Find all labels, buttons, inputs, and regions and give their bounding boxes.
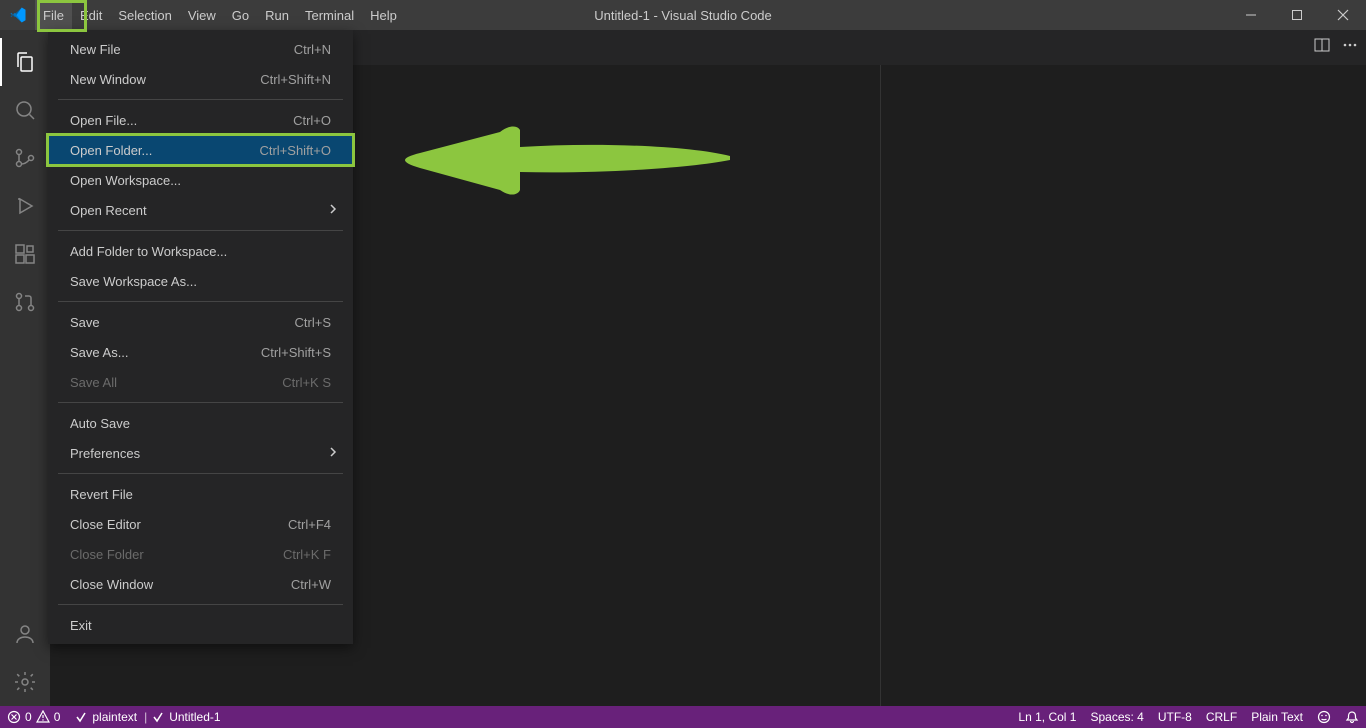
menu-item-label: Save All: [70, 375, 117, 390]
menu-item-new-file[interactable]: New File Ctrl+N: [48, 34, 353, 64]
menu-item-label: Close Window: [70, 577, 153, 592]
status-language[interactable]: Plain Text: [1244, 706, 1310, 728]
menu-item-new-window[interactable]: New Window Ctrl+Shift+N: [48, 64, 353, 94]
activity-settings-gear-icon[interactable]: [0, 658, 50, 706]
menu-item-shortcut: Ctrl+Shift+S: [261, 345, 331, 360]
status-problems[interactable]: 0 0: [0, 706, 67, 728]
status-indentation[interactable]: Spaces: 4: [1083, 706, 1150, 728]
menu-item-label: Auto Save: [70, 416, 130, 431]
file-menu-dropdown: New File Ctrl+N New Window Ctrl+Shift+N Open…: [48, 30, 353, 644]
menu-item-preferences[interactable]: Preferences: [48, 438, 353, 468]
menu-item-auto-save[interactable]: Auto Save: [48, 408, 353, 438]
menu-item-shortcut: Ctrl+Shift+N: [260, 72, 331, 87]
menu-item-shortcut: Ctrl+K S: [282, 375, 331, 390]
menubar: File Edit Selection View Go Run Terminal…: [35, 0, 405, 30]
activity-git-pr-icon[interactable]: [0, 278, 50, 326]
status-feedback-icon[interactable]: [1310, 706, 1338, 728]
minimize-button[interactable]: [1228, 0, 1274, 30]
status-eol[interactable]: CRLF: [1199, 706, 1244, 728]
menu-edit[interactable]: Edit: [72, 0, 110, 30]
menu-item-close-window[interactable]: Close Window Ctrl+W: [48, 569, 353, 599]
menu-item-label: Close Editor: [70, 517, 141, 532]
menu-view[interactable]: View: [180, 0, 224, 30]
menu-item-close-folder: Close Folder Ctrl+K F: [48, 539, 353, 569]
menu-run[interactable]: Run: [257, 0, 297, 30]
menu-item-label: Save: [70, 315, 100, 330]
window-controls: [1228, 0, 1366, 30]
titlebar: File Edit Selection View Go Run Terminal…: [0, 0, 1366, 30]
menu-item-label: Add Folder to Workspace...: [70, 244, 227, 259]
split-editor-icon[interactable]: [1314, 37, 1330, 58]
vscode-app-icon: [0, 0, 35, 30]
menu-item-shortcut: Ctrl+Shift+O: [259, 143, 331, 158]
menu-item-label: New File: [70, 42, 121, 57]
activity-search-icon[interactable]: [0, 86, 50, 134]
menu-item-add-folder-to-workspace[interactable]: Add Folder to Workspace...: [48, 236, 353, 266]
menu-selection[interactable]: Selection: [110, 0, 179, 30]
menu-item-save-workspace-as[interactable]: Save Workspace As...: [48, 266, 353, 296]
menu-item-label: Open Workspace...: [70, 173, 181, 188]
menu-item-shortcut: Ctrl+O: [293, 113, 331, 128]
menu-terminal[interactable]: Terminal: [297, 0, 362, 30]
status-filename[interactable]: | Untitled-1: [144, 706, 227, 728]
menu-go[interactable]: Go: [224, 0, 257, 30]
activity-source-control-icon[interactable]: [0, 134, 50, 182]
menu-item-label: Save As...: [70, 345, 129, 360]
menu-item-save[interactable]: Save Ctrl+S: [48, 307, 353, 337]
more-actions-icon[interactable]: [1342, 37, 1358, 58]
menu-item-close-editor[interactable]: Close Editor Ctrl+F4: [48, 509, 353, 539]
menu-help[interactable]: Help: [362, 0, 405, 30]
menu-item-open-file[interactable]: Open File... Ctrl+O: [48, 105, 353, 135]
status-filename-label: Untitled-1: [169, 710, 220, 724]
menu-item-label: Close Folder: [70, 547, 144, 562]
menu-item-label: Exit: [70, 618, 92, 633]
status-errors-count: 0: [25, 710, 32, 724]
statusbar: 0 0 plaintext | Untitled-1 Ln 1, Col 1 S…: [0, 706, 1366, 728]
menu-separator: [58, 301, 343, 302]
menu-item-open-recent[interactable]: Open Recent: [48, 195, 353, 225]
minimap[interactable]: [880, 65, 1366, 706]
menu-item-label: Open Folder...: [70, 143, 152, 158]
status-language-mode-left[interactable]: plaintext: [67, 706, 144, 728]
window-title: Untitled-1 - Visual Studio Code: [594, 8, 772, 23]
menu-item-save-all: Save All Ctrl+K S: [48, 367, 353, 397]
menu-item-shortcut: Ctrl+N: [294, 42, 331, 57]
menu-item-shortcut: Ctrl+F4: [288, 517, 331, 532]
status-encoding[interactable]: UTF-8: [1151, 706, 1199, 728]
menu-item-label: Open Recent: [70, 203, 147, 218]
menu-item-exit[interactable]: Exit: [48, 610, 353, 640]
menu-item-open-workspace[interactable]: Open Workspace...: [48, 165, 353, 195]
status-warnings-count: 0: [54, 710, 61, 724]
chevron-right-icon: [327, 203, 339, 218]
maximize-button[interactable]: [1274, 0, 1320, 30]
menu-item-shortcut: Ctrl+W: [291, 577, 331, 592]
menu-item-label: Save Workspace As...: [70, 274, 197, 289]
activity-account-icon[interactable]: [0, 610, 50, 658]
menu-item-open-folder[interactable]: Open Folder... Ctrl+Shift+O: [48, 135, 353, 165]
menu-item-shortcut: Ctrl+S: [295, 315, 331, 330]
menu-separator: [58, 604, 343, 605]
menu-item-label: Revert File: [70, 487, 133, 502]
menu-item-label: New Window: [70, 72, 146, 87]
chevron-right-icon: [327, 446, 339, 461]
menu-file[interactable]: File: [35, 0, 72, 30]
status-notifications-icon[interactable]: [1338, 706, 1366, 728]
menu-item-revert-file[interactable]: Revert File: [48, 479, 353, 509]
status-line-col[interactable]: Ln 1, Col 1: [1011, 706, 1083, 728]
menu-item-label: Preferences: [70, 446, 140, 461]
close-button[interactable]: [1320, 0, 1366, 30]
activity-explorer-icon[interactable]: [0, 38, 50, 86]
status-language-left-label: plaintext: [92, 710, 137, 724]
activity-extensions-icon[interactable]: [0, 230, 50, 278]
menu-item-save-as[interactable]: Save As... Ctrl+Shift+S: [48, 337, 353, 367]
menu-separator: [58, 99, 343, 100]
activity-run-debug-icon[interactable]: [0, 182, 50, 230]
menu-separator: [58, 402, 343, 403]
menu-item-label: Open File...: [70, 113, 137, 128]
menu-separator: [58, 230, 343, 231]
activitybar: [0, 30, 50, 706]
menu-separator: [58, 473, 343, 474]
menu-item-shortcut: Ctrl+K F: [283, 547, 331, 562]
